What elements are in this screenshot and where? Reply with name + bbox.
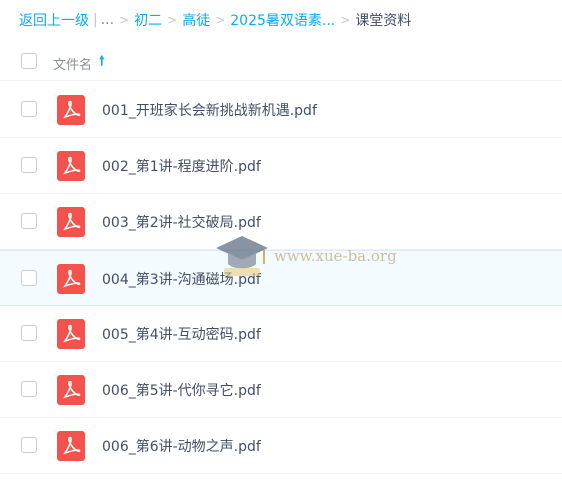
row-checkbox[interactable] [21, 157, 37, 173]
column-header-name: 文件名 [53, 57, 93, 73]
pdf-icon [57, 95, 85, 125]
row-checkbox[interactable] [21, 437, 37, 453]
pdf-icon [57, 264, 85, 294]
file-name[interactable]: 003_第2讲-社交破局.pdf [102, 212, 261, 232]
pdf-icon [57, 319, 85, 349]
file-row[interactable]: 006_第5讲-代你寻它.pdf [0, 362, 562, 418]
file-row[interactable]: 003_第2讲-社交破局.pdf [0, 194, 562, 250]
breadcrumb-item-grade[interactable]: 初二 [134, 10, 162, 30]
select-all-checkbox[interactable] [21, 53, 37, 69]
row-checkbox[interactable] [21, 101, 37, 117]
pdf-icon [57, 151, 85, 181]
breadcrumb-current: 课堂资料 [355, 13, 412, 29]
pdf-icon [57, 431, 85, 461]
file-row[interactable]: 001_开班家长会新挑战新机遇.pdf [0, 82, 562, 138]
chevron-right-icon: > [215, 13, 226, 27]
row-checkbox[interactable] [21, 213, 37, 229]
file-name[interactable]: 006_第5讲-代你寻它.pdf [102, 380, 261, 400]
file-row[interactable]: 005_第4讲-互动密码.pdf [0, 306, 562, 362]
breadcrumb-item-term[interactable]: 2025暑双语素... [230, 10, 335, 30]
chevron-right-icon: > [167, 13, 178, 27]
file-name[interactable]: 005_第4讲-互动密码.pdf [102, 324, 261, 344]
row-checkbox[interactable] [21, 381, 37, 397]
sort-by-name-button[interactable]: 文件名 🠕 [53, 52, 105, 74]
file-row[interactable]: 002_第1讲-程度进阶.pdf [0, 138, 562, 194]
breadcrumb-item-course[interactable]: 高徒 [182, 10, 210, 30]
file-list: 001_开班家长会新挑战新机遇.pdf 002_第1讲-程度进阶.pdf 003… [0, 82, 562, 474]
file-name[interactable]: 006_第6讲-动物之声.pdf [102, 436, 261, 456]
back-link[interactable]: 返回上一级 [19, 10, 89, 30]
chevron-right-icon: > [119, 13, 130, 27]
file-name[interactable]: 002_第1讲-程度进阶.pdf [102, 156, 261, 176]
pdf-icon [57, 375, 85, 405]
breadcrumb: 返回上一级 | ... > 初二 > 高徒 > 2025暑双语素... > 课堂… [19, 9, 411, 31]
breadcrumb-divider: | [93, 12, 98, 28]
breadcrumb-ellipsis[interactable]: ... [101, 12, 114, 28]
row-checkbox[interactable] [21, 270, 37, 286]
chevron-right-icon: > [340, 13, 351, 27]
arrow-up-icon: 🠕 [99, 54, 105, 69]
row-checkbox[interactable] [21, 325, 37, 341]
pdf-icon [57, 207, 85, 237]
file-row[interactable]: 006_第6讲-动物之声.pdf [0, 418, 562, 474]
file-name[interactable]: 004_第3讲-沟通磁场.pdf [102, 269, 261, 289]
file-row[interactable]: 004_第3讲-沟通磁场.pdf [0, 250, 562, 306]
file-list-header: 文件名 🠕 [0, 44, 562, 81]
file-name[interactable]: 001_开班家长会新挑战新机遇.pdf [102, 100, 317, 120]
